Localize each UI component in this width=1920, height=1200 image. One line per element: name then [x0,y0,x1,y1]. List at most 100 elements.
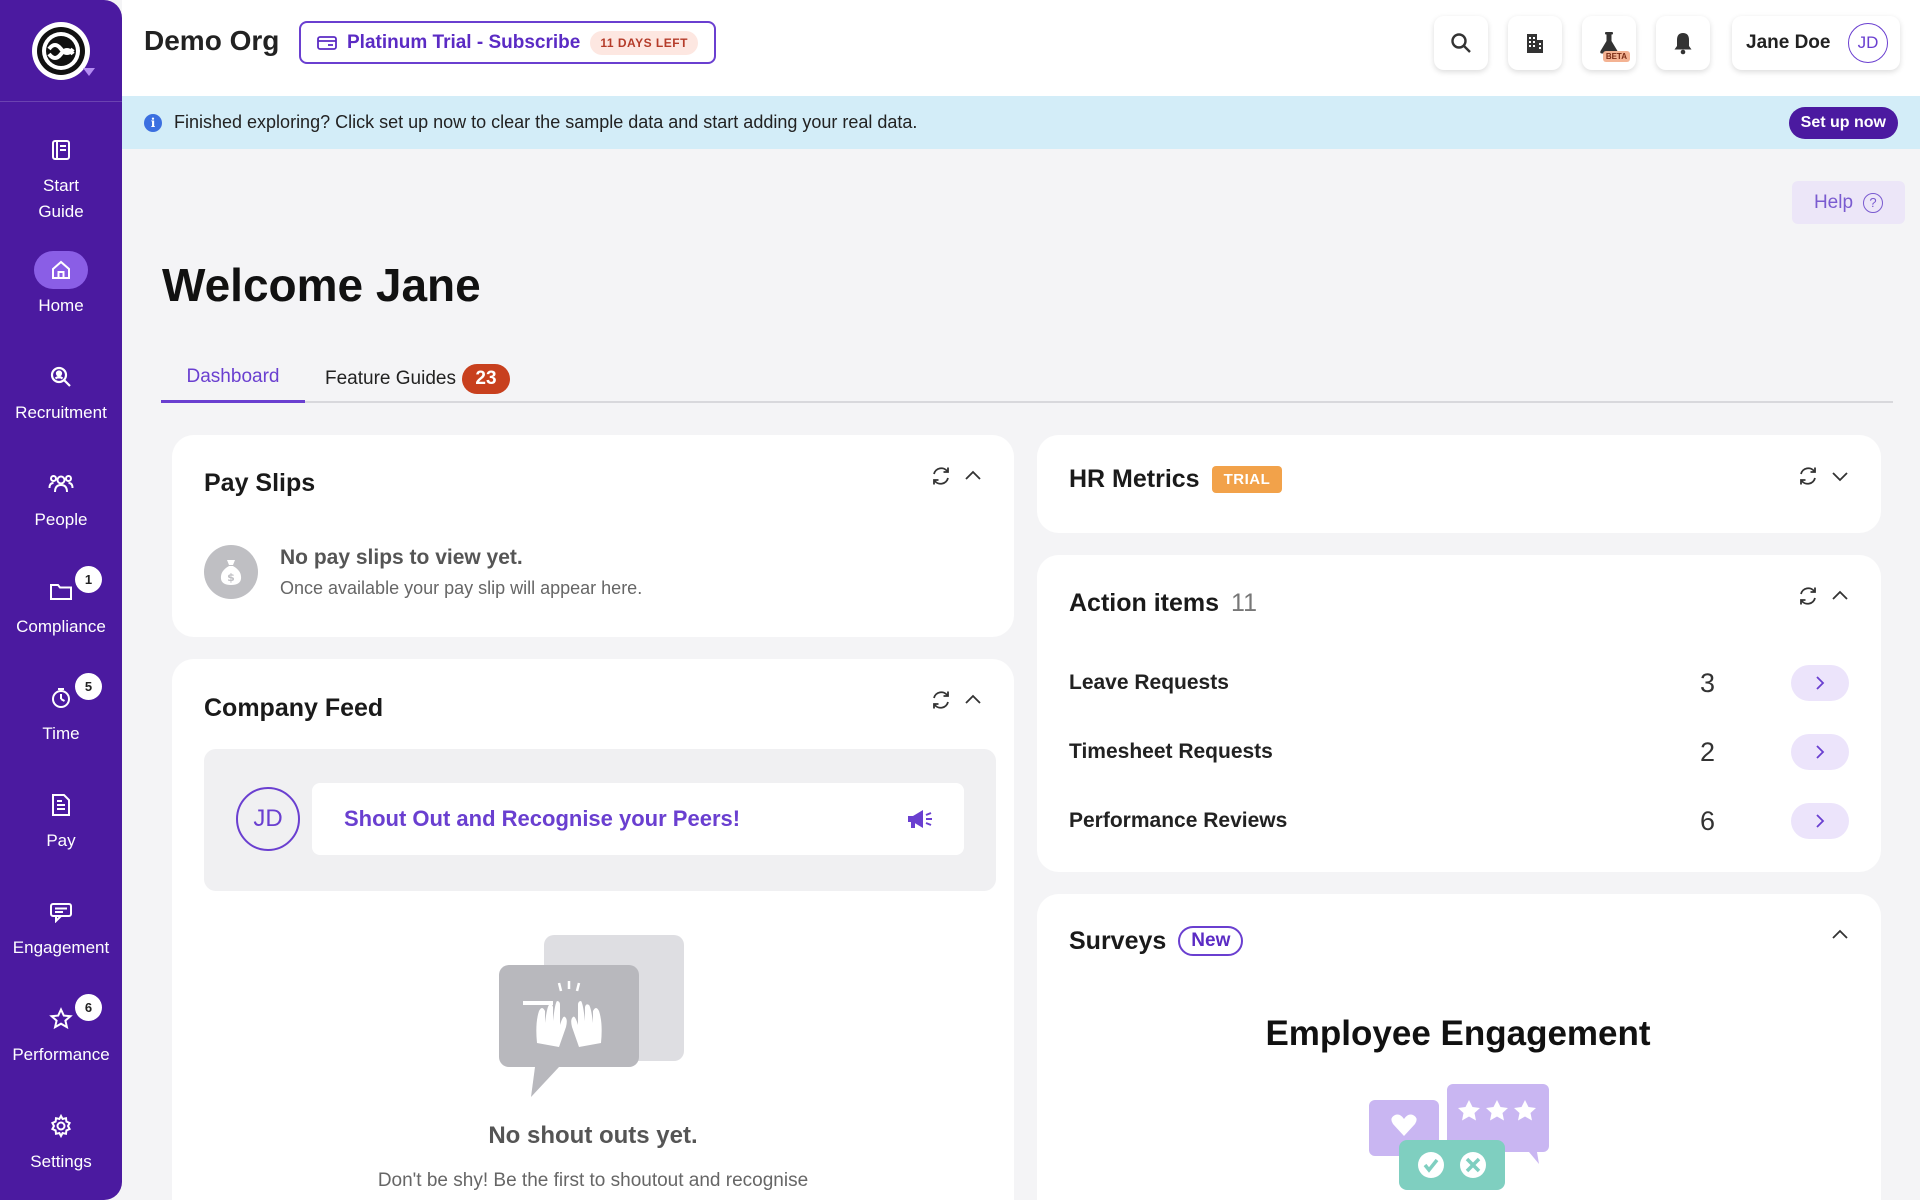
action-label: Leave Requests [1069,671,1229,694]
card-controls [1829,924,1851,946]
survey-illustration [1369,1084,1549,1190]
bell-icon [1674,33,1692,55]
chevron-right-icon[interactable] [1791,803,1849,839]
avatar: JD [236,787,300,851]
sidebar-item-people[interactable]: People [0,445,122,552]
sidebar-nav: Start Guide Home Recruitment People Compl… [0,102,122,1194]
page-title: Welcome Jane [162,259,481,311]
search-button[interactable] [1434,16,1488,70]
time-count-badge: 5 [75,673,102,700]
sidebar-item-recruitment[interactable]: Recruitment [0,338,122,445]
sidebar-item-time[interactable]: Time 5 [0,659,122,766]
sidebar-item-home[interactable]: Home [0,231,122,338]
user-name: Jane Doe [1746,32,1831,53]
action-label: Performance Reviews [1069,809,1288,832]
logo-area[interactable] [0,0,122,102]
sidebar-item-start-guide[interactable]: Start Guide [0,124,122,231]
sidebar-item-label: Compliance [16,616,106,636]
hr-metrics-card: HR Metrics TRIAL [1037,435,1881,533]
beta-tag: BETA [1602,51,1630,62]
chevron-up-icon[interactable] [962,689,984,711]
empty-shoutouts-illustration [499,935,684,1097]
action-row-performance-reviews[interactable]: Performance Reviews 6 [1069,801,1849,841]
help-button[interactable]: Help ? [1792,181,1905,224]
chevron-up-icon[interactable] [1829,585,1851,607]
sidebar-item-label: People [34,509,88,529]
card-icon [317,35,337,50]
refresh-icon[interactable] [930,465,952,487]
subscribe-trial-button[interactable]: Platinum Trial - Subscribe 11 DAYS LEFT [299,21,716,64]
info-icon: i [144,113,162,132]
sidebar-item-label: Recruitment [15,402,107,422]
search-icon [1451,33,1471,53]
card-title-text: Surveys [1069,926,1167,955]
action-row-leave-requests[interactable]: Leave Requests 3 [1069,663,1849,703]
company-feed-card: Company Feed JD Shout Out and Recognise … [172,659,1014,1200]
logo-caret-icon [83,68,95,76]
pay-slips-empty-subtitle: Once available your pay slip will appear… [280,577,643,598]
sidebar-item-label: Performance [12,1044,110,1064]
money-bag-icon: $ [204,545,258,599]
help-label: Help [1813,191,1854,213]
sidebar-item-label: Pay [46,830,76,850]
beta-labs-button[interactable]: BETA [1582,16,1636,70]
sidebar-item-compliance[interactable]: Compliance 1 [0,552,122,659]
shout-out-prompt: Shout Out and Recognise your Peers! [344,806,741,831]
card-title: Action items 11 [1069,589,1257,618]
card-controls [1797,465,1851,487]
organisation-button[interactable] [1508,16,1562,70]
chat-icon [34,893,88,931]
new-badge: New [1178,926,1244,956]
pay-slips-empty-state: $ No pay slips to view yet. Once availab… [204,545,642,599]
card-title: Surveys New [1069,926,1244,956]
tab-label: Feature Guides [325,367,456,389]
chevron-up-icon[interactable] [1829,924,1851,946]
logo[interactable] [32,21,90,80]
tab-feature-guides[interactable]: Feature Guides 23 [325,354,510,403]
people-icon [34,465,88,503]
sidebar-item-pay[interactable]: Pay [0,766,122,873]
refresh-icon[interactable] [1797,585,1819,607]
refresh-icon[interactable] [930,689,952,711]
sidebar-item-label: Home [38,295,84,315]
sidebar-item-label: Start Guide [38,176,84,221]
home-icon [34,250,88,289]
sidebar-item-settings[interactable]: Settings [0,1087,122,1194]
shout-out-input[interactable]: Shout Out and Recognise your Peers! [312,783,964,855]
chevron-right-icon[interactable] [1791,665,1849,701]
days-left-badge: 11 DAYS LEFT [590,30,698,55]
tab-dashboard[interactable]: Dashboard [161,354,305,403]
card-title: Company Feed [204,694,384,722]
shoutouts-empty-subtitle: Don't be shy! Be the first to shoutout a… [377,1170,809,1191]
compliance-count-badge: 1 [75,566,102,593]
card-controls [1797,585,1851,607]
question-icon: ? [1863,192,1884,213]
pay-slips-card: Pay Slips $ No pay slips to view yet. On… [172,435,1014,637]
chevron-down-icon[interactable] [1829,465,1851,487]
gear-icon [34,1107,88,1145]
card-controls [930,689,984,711]
action-label: Timesheet Requests [1069,740,1273,763]
card-title: Pay Slips [204,469,316,497]
action-count: 6 [1699,805,1715,836]
search-person-icon [34,358,88,396]
tab-label: Dashboard [186,366,280,387]
trial-tag: TRIAL [1211,466,1283,493]
action-row-timesheet-requests[interactable]: Timesheet Requests 2 [1069,732,1849,772]
action-items-count: 11 [1231,589,1257,617]
user-menu-button[interactable]: Jane Doe JD [1732,16,1900,70]
action-items-card: Action items 11 Leave Requests 3 Timeshe… [1037,555,1881,872]
sidebar-item-performance[interactable]: Performance 6 [0,980,122,1087]
card-controls [930,465,984,487]
sidebar-item-engagement[interactable]: Engagement [0,873,122,980]
notifications-button[interactable] [1656,16,1710,70]
performance-count-badge: 6 [75,994,102,1021]
avatar: JD [1848,23,1888,63]
trial-label: Platinum Trial - Subscribe [347,31,581,53]
set-up-now-button[interactable]: Set up now [1788,107,1898,139]
refresh-icon[interactable] [1797,465,1819,487]
chevron-up-icon[interactable] [962,465,984,487]
chevron-right-icon[interactable] [1791,734,1849,770]
org-name[interactable]: Demo Org [144,25,279,57]
shoutouts-empty-title: No shout outs yet. [488,1122,698,1149]
